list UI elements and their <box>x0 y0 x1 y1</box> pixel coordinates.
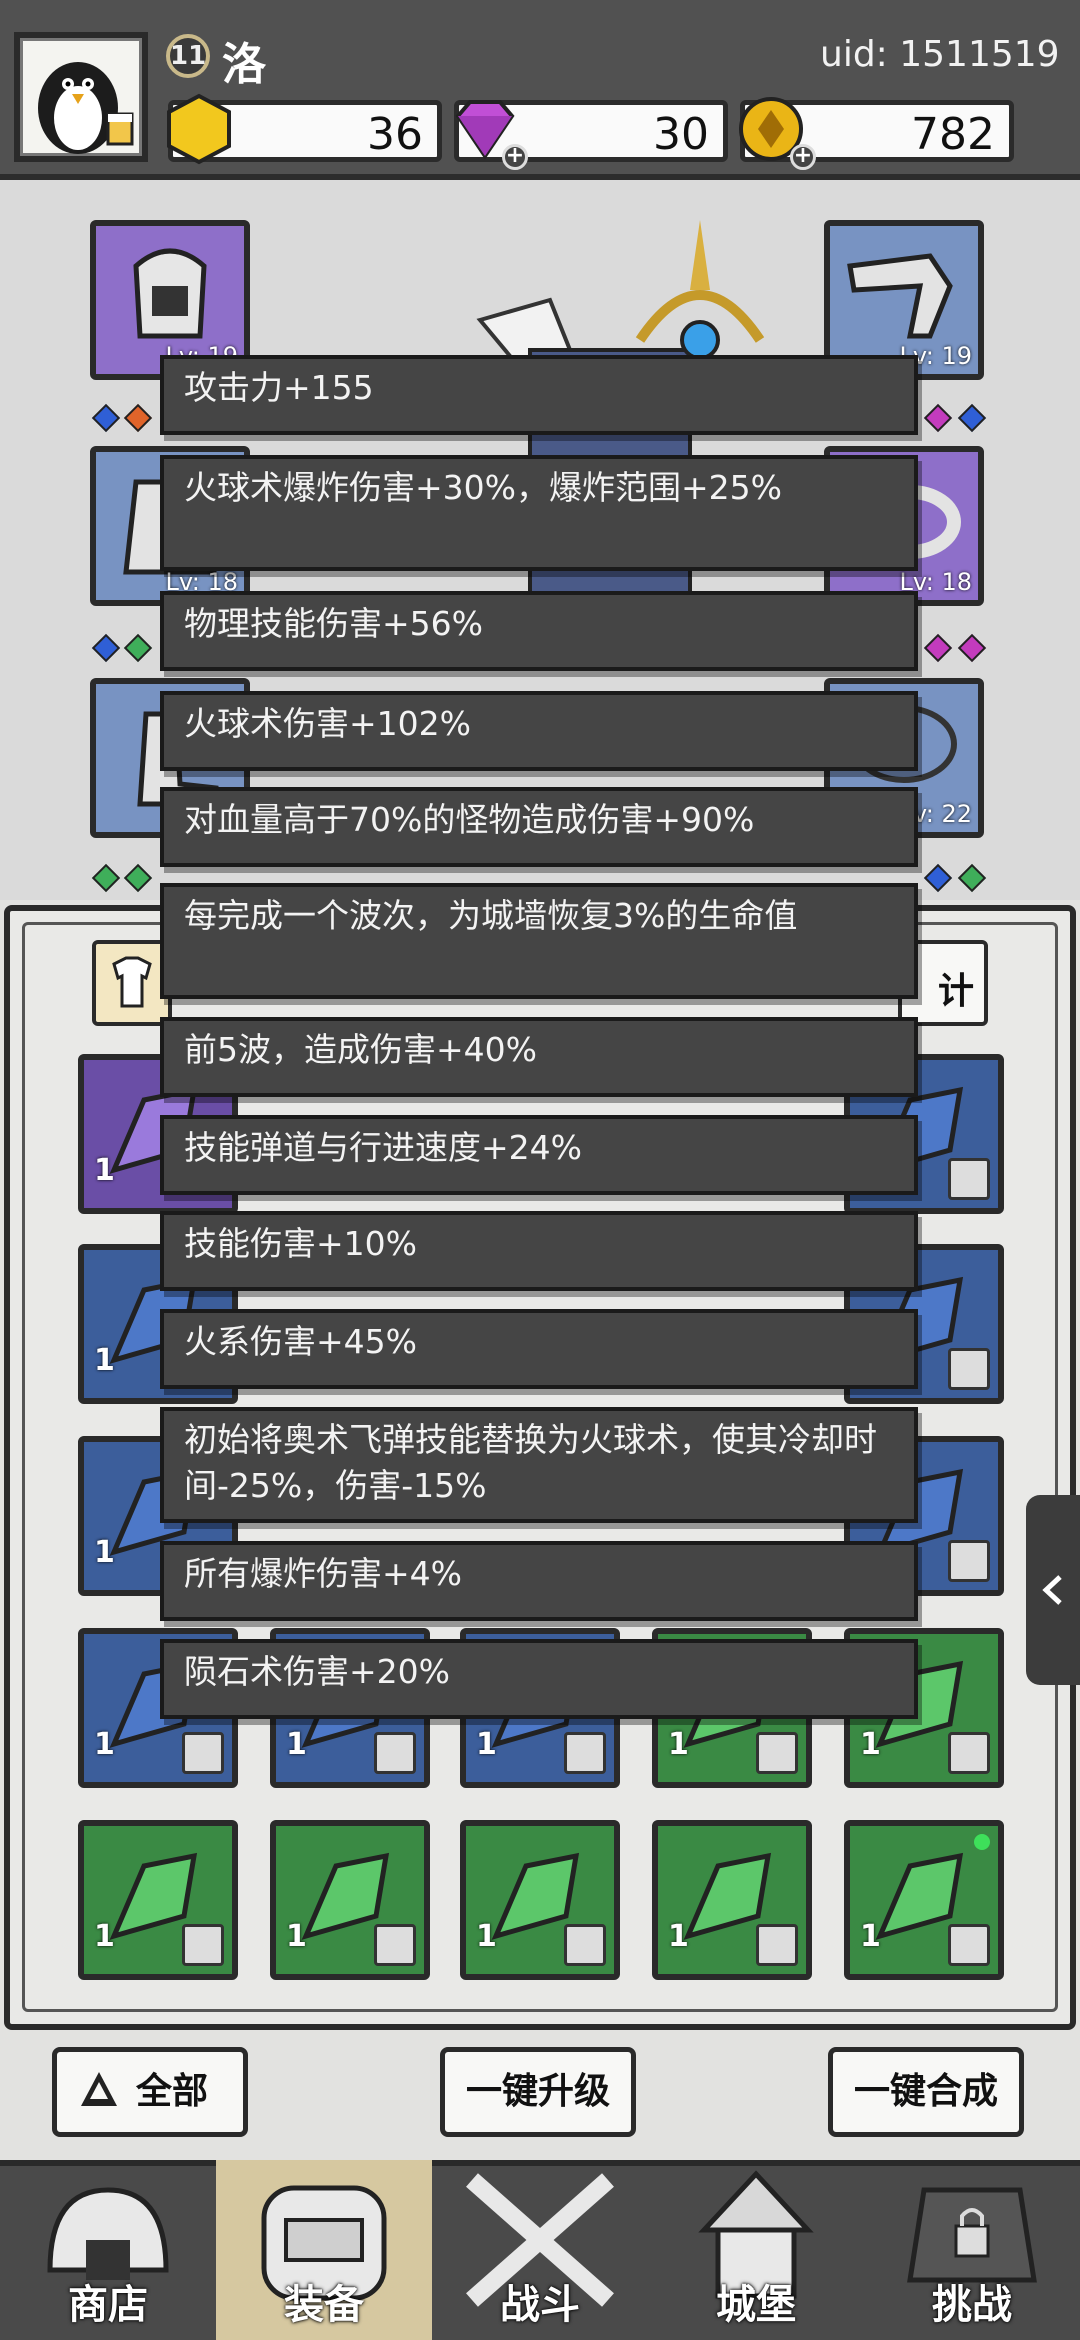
attribute-line: 物理技能伤害+56% <box>160 591 918 671</box>
item-count: 1 <box>94 1727 115 1762</box>
ring-type-icon <box>948 1732 990 1774</box>
side-drawer-handle[interactable] <box>1026 1495 1080 1685</box>
necklace-type-icon <box>374 1732 416 1774</box>
attribute-line: 所有爆炸伤害+4% <box>160 1541 918 1621</box>
add-coins-button[interactable]: + <box>790 144 816 170</box>
nav-label: 商店 <box>68 2282 148 2328</box>
attribute-line: 初始将奥术飞弹技能替换为火球术，使其冷却时间-25%，伤害-15% <box>160 1407 918 1523</box>
item-count: 1 <box>668 1727 689 1762</box>
item-count: 1 <box>286 1919 307 1954</box>
attribute-line: 技能伤害+10% <box>160 1211 918 1291</box>
item-count: 1 <box>94 1343 115 1378</box>
item-count: 1 <box>476 1919 497 1954</box>
nav-challenge[interactable]: 挑战 <box>864 2160 1080 2340</box>
resource-diamonds-value: 30 <box>653 109 709 160</box>
add-diamonds-button[interactable]: + <box>502 144 528 170</box>
nav-label: 战斗 <box>500 2282 580 2328</box>
merge-all-label: 一键合成 <box>853 2071 998 2112</box>
chevron-left-icon <box>1042 1575 1062 1605</box>
shirt-sparkle-icon <box>112 956 152 1008</box>
attribute-line: 技能弹道与行进速度+24% <box>160 1115 918 1195</box>
item-count: 1 <box>94 1919 115 1954</box>
attribute-line: 火系伤害+45% <box>160 1309 918 1389</box>
item-count: 1 <box>94 1535 115 1570</box>
user-id: uid: 1511519 <box>820 34 1060 75</box>
penguin-avatar-icon <box>38 62 134 154</box>
nav-battle[interactable]: 战斗 <box>432 2160 648 2340</box>
upgrade-all-button[interactable]: 一键升级 <box>440 2047 636 2137</box>
robe-type-icon <box>756 1924 798 1966</box>
ring-type-icon <box>182 1924 224 1966</box>
necklace-type-icon <box>564 1732 606 1774</box>
nav-equipment[interactable]: 装备 <box>216 2160 432 2340</box>
inventory-item[interactable]: 1 <box>460 1820 620 1980</box>
nav-shop[interactable]: 商店 <box>0 2160 216 2340</box>
merge-all-button[interactable]: 一键合成 <box>828 2047 1024 2137</box>
attribute-line: 陨石术伤害+20% <box>160 1639 918 1719</box>
gauntlet-type-icon <box>182 1732 224 1774</box>
nav-label: 城堡 <box>716 2282 796 2328</box>
attribute-line: 对血量高于70%的怪物造成伤害+90% <box>160 787 918 867</box>
ring-type-icon <box>756 1732 798 1774</box>
gold-hexagon-icon <box>167 93 231 165</box>
item-count: 1 <box>476 1727 497 1762</box>
ring-type-icon <box>948 1158 990 1200</box>
attribute-line: 火球术爆炸伤害+30%，爆炸范围+25% <box>160 455 918 571</box>
attribute-line: 火球术伤害+102% <box>160 691 918 771</box>
nav-castle[interactable]: 城堡 <box>648 2160 864 2340</box>
nav-label: 挑战 <box>932 2282 1012 2328</box>
item-count: 1 <box>94 1153 115 1188</box>
new-item-dot-icon <box>974 1834 990 1850</box>
item-count: 1 <box>860 1727 881 1762</box>
inventory-item[interactable]: 1 <box>270 1820 430 1980</box>
item-count: 1 <box>668 1919 689 1954</box>
upgrade-all-label: 一键升级 <box>465 2071 610 2112</box>
boot-type-icon <box>948 1348 990 1390</box>
inventory-item[interactable]: 1 <box>78 1820 238 1980</box>
avatar[interactable] <box>14 32 148 162</box>
gauntlet-type-icon <box>948 1540 990 1582</box>
item-count: 1 <box>860 1919 881 1954</box>
ring-type-icon <box>374 1924 416 1966</box>
robe-type-icon <box>948 1924 990 1966</box>
ring-type-icon <box>564 1924 606 1966</box>
resource-gems-value: 36 <box>367 109 423 160</box>
resource-coins-value: 782 <box>911 109 995 160</box>
player-name: 洛 <box>222 39 266 90</box>
triangle-filter-icon <box>81 2072 117 2106</box>
inventory-item[interactable]: 1 <box>844 1820 1004 1980</box>
attribute-line: 前5波，造成伤害+40% <box>160 1017 918 1097</box>
filter-all-button[interactable]: 全部 <box>52 2047 248 2137</box>
attribute-line: 每完成一个波次，为城墙恢复3%的生命值 <box>160 883 918 999</box>
item-count: 1 <box>286 1727 307 1762</box>
attribute-line: 攻击力+155 <box>160 355 918 435</box>
player-level-badge: 11 <box>166 34 210 78</box>
filter-label: 全部 <box>135 2071 208 2112</box>
nav-label: 装备 <box>284 2282 364 2328</box>
inventory-item[interactable]: 1 <box>652 1820 812 1980</box>
